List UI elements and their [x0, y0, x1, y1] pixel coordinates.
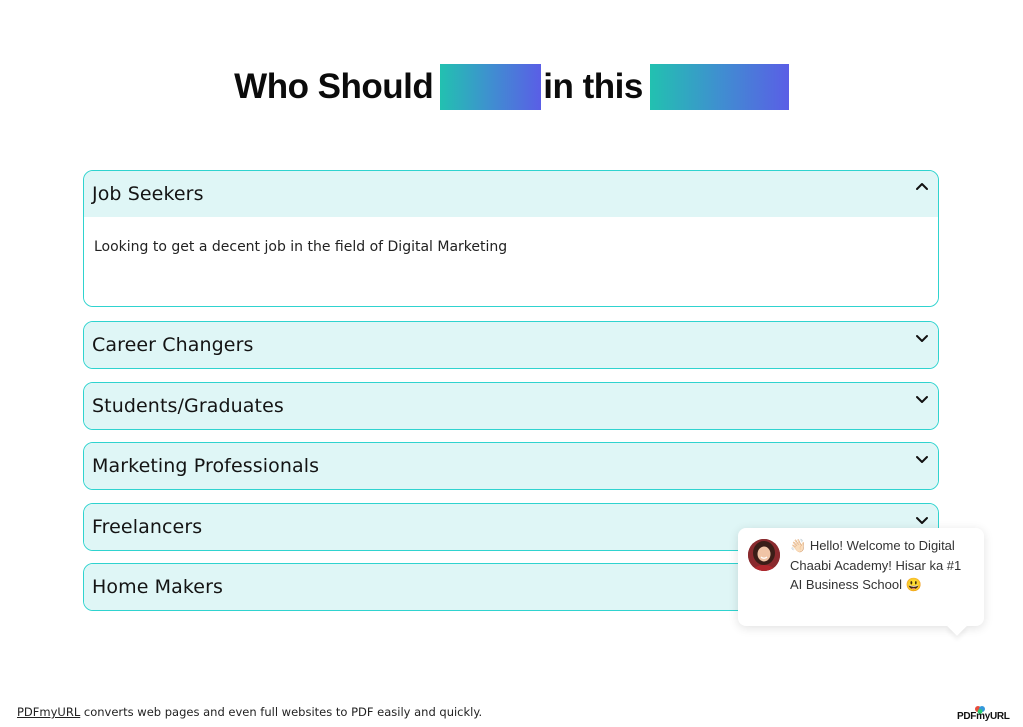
accordion-label: Job Seekers — [92, 183, 204, 205]
pdfmyurl-link[interactable]: PDFmyURL — [17, 705, 80, 719]
accordion-header[interactable]: Students/Graduates — [84, 383, 938, 429]
section-heading: Who Should in this — [0, 63, 1023, 111]
heading-part-2: in this — [543, 67, 643, 106]
accordion-body: Looking to get a decent job in the field… — [84, 217, 938, 306]
chevron-down-icon — [916, 396, 928, 403]
heading-gradient-block — [440, 64, 542, 110]
footer-text: converts web pages and even full website… — [80, 705, 483, 719]
pdfmyurl-logo[interactable]: PDFmyURL — [957, 705, 1010, 723]
accordion-item-marketing-professionals: Marketing Professionals — [83, 442, 939, 490]
chevron-down-icon — [916, 456, 928, 463]
accordion-item-career-changers: Career Changers — [83, 321, 939, 369]
accordion-header[interactable]: Career Changers — [84, 322, 938, 368]
wave-icon: 👋🏻 — [790, 538, 807, 553]
accordion-label: Career Changers — [92, 334, 254, 356]
accordion-item-students-graduates: Students/Graduates — [83, 382, 939, 430]
accordion-label: Freelancers — [92, 516, 203, 538]
chevron-down-icon — [916, 335, 928, 342]
smile-icon: 😃 — [905, 577, 922, 592]
heading-gradient-block — [649, 64, 789, 110]
accordion-item-job-seekers: Job Seekers Looking to get a decent job … — [83, 170, 939, 307]
chevron-up-icon — [916, 183, 928, 190]
chat-message-text: Hello! Welcome to Digital Chaabi Academy… — [790, 538, 962, 592]
pdfmyurl-footer: PDFmyURL converts web pages and even ful… — [17, 705, 482, 719]
heading-part-1: Who Should — [234, 67, 434, 106]
accordion-label: Home Makers — [92, 576, 224, 598]
chat-welcome-popup[interactable]: 👋🏻 Hello! Welcome to Digital Chaabi Acad… — [738, 528, 984, 626]
accordion-header[interactable]: Job Seekers — [84, 171, 938, 217]
avatar — [748, 539, 780, 571]
accordion-label: Students/Graduates — [92, 395, 284, 417]
accordion-header[interactable]: Marketing Professionals — [84, 443, 938, 489]
accordion-label: Marketing Professionals — [92, 455, 320, 477]
pdfmyurl-logo-text: PDFmyURL — [957, 711, 1010, 722]
chevron-down-icon — [916, 517, 928, 524]
chat-message: 👋🏻 Hello! Welcome to Digital Chaabi Acad… — [790, 536, 976, 595]
